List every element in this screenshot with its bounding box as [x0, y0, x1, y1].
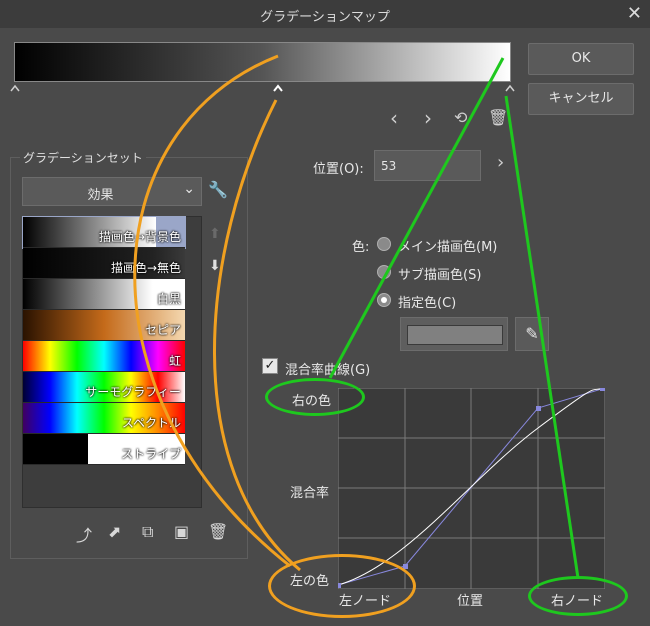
radio-specified-color[interactable]	[377, 293, 391, 307]
eyedropper-icon[interactable]: ✎	[515, 317, 549, 351]
blend-rate-label: 混合率	[290, 486, 330, 501]
annotation-circle-right-color	[265, 378, 365, 416]
duplicate-icon[interactable]: ⧉	[142, 522, 153, 542]
annotation-circle-left	[268, 554, 416, 618]
import-icon[interactable]: ⬈	[108, 522, 121, 541]
chevron-down-icon: ⌄	[183, 181, 195, 197]
title-bar: グラデーションマップ ✕	[0, 0, 650, 28]
annotation-circle-right-node	[528, 576, 628, 616]
color-swatch-fill	[407, 325, 503, 345]
position-label: 位置(O):	[313, 162, 364, 177]
prev-node-icon[interactable]: ‹	[390, 106, 398, 130]
option-specified-color: 指定色(C)	[398, 296, 457, 311]
flip-icon[interactable]: ⟲	[454, 108, 467, 127]
right-node-marker[interactable]	[505, 84, 515, 92]
option-sub-color: サブ描画色(S)	[398, 268, 482, 283]
delete-set-icon[interactable]: 🗑	[208, 522, 228, 541]
left-node-marker[interactable]	[10, 84, 20, 92]
move-up-icon[interactable]: ⬆	[209, 226, 221, 242]
color-swatch[interactable]	[400, 317, 508, 351]
add-set-icon[interactable]: ⤴	[76, 522, 92, 546]
list-item[interactable]: ストライプ	[23, 434, 185, 465]
position-input[interactable]: 53	[374, 150, 481, 181]
gradient-list: 描画色→背景色 描画色→無色 白黒 セピア 虹 サーモグラフィー スペクトル ス…	[22, 216, 202, 508]
position-arrow-icon[interactable]: ›	[497, 152, 504, 173]
list-item[interactable]: 白黒	[23, 279, 185, 310]
middle-node-marker[interactable]	[273, 84, 283, 92]
window-title: グラデーションマップ	[260, 10, 390, 25]
option-main-color: メイン描画色(M)	[398, 240, 498, 255]
blend-curve-checkbox[interactable]: ✓	[262, 358, 278, 374]
list-item[interactable]: 虹	[23, 341, 185, 372]
list-item[interactable]: サーモグラフィー	[23, 372, 185, 403]
list-item[interactable]: 描画色→背景色	[22, 216, 186, 249]
add-gradient-icon[interactable]: ▣	[174, 522, 189, 541]
color-label: 色:	[352, 240, 370, 255]
gradient-set-dropdown[interactable]: 効果 ⌄	[22, 177, 202, 206]
radio-sub-color[interactable]	[377, 265, 391, 279]
close-icon[interactable]: ✕	[627, 3, 642, 24]
gradient-set-label: グラデーションセット	[20, 149, 146, 166]
delete-node-icon[interactable]: 🗑	[488, 108, 508, 127]
dropdown-value: 効果	[87, 188, 114, 203]
list-item[interactable]: 描画色→無色	[23, 248, 185, 279]
next-node-icon[interactable]: ›	[424, 106, 432, 130]
wrench-icon[interactable]: 🔧	[208, 180, 228, 199]
gradient-preview-bar[interactable]	[14, 42, 511, 82]
ok-button[interactable]: OK	[528, 43, 634, 75]
list-item[interactable]: セピア	[23, 310, 185, 341]
radio-main-color[interactable]	[377, 237, 391, 251]
position-axis-label: 位置	[457, 594, 484, 609]
cancel-button[interactable]: キャンセル	[528, 83, 634, 115]
blend-curve-label: 混合率曲線(G)	[285, 363, 371, 378]
list-item[interactable]: スペクトル	[23, 403, 185, 434]
move-down-icon[interactable]: ⬇	[209, 258, 221, 274]
